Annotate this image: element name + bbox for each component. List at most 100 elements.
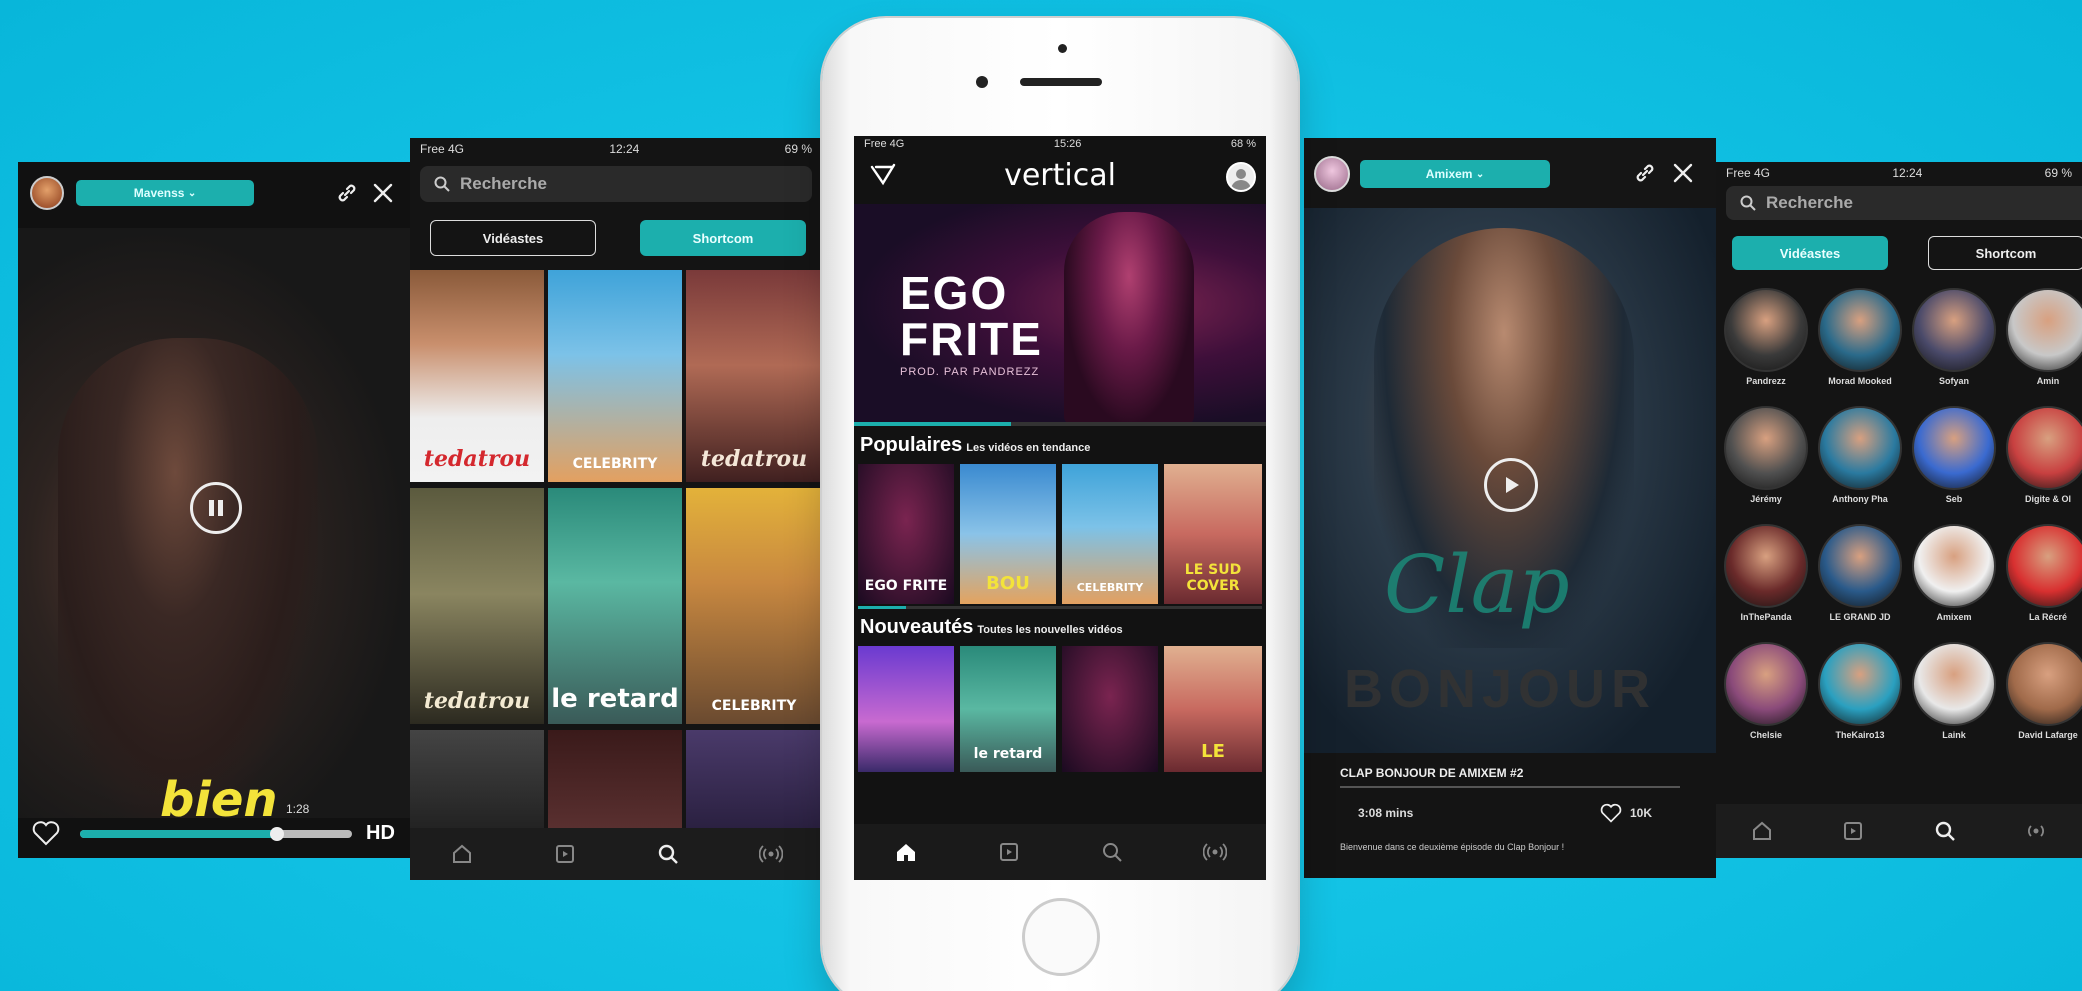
person-silhouette xyxy=(58,338,318,818)
poster-tile[interactable]: CELEBRITY xyxy=(548,270,682,482)
hero-figure xyxy=(1064,212,1194,426)
video-library-icon[interactable] xyxy=(548,837,582,871)
creator-avatar[interactable] xyxy=(1724,288,1808,372)
title-divider xyxy=(1340,786,1680,788)
phone-screen-search-shortcom: Free 4G 12:24 69 % Recherche Vidéastes S… xyxy=(410,138,822,880)
hero-progress xyxy=(854,422,1266,426)
new-card[interactable] xyxy=(1062,646,1158,772)
tab-videastes[interactable]: Vidéastes xyxy=(430,220,596,256)
creator-avatar[interactable] xyxy=(1818,524,1902,608)
hero-title-line2: FRITE xyxy=(900,313,1043,365)
new-card[interactable] xyxy=(858,646,954,772)
creator-avatar[interactable] xyxy=(2006,406,2082,490)
home-icon[interactable] xyxy=(445,837,479,871)
channel-pill[interactable]: Amixem ⌄ xyxy=(1360,160,1550,188)
channel-avatar[interactable] xyxy=(30,176,64,210)
live-broadcast-icon[interactable] xyxy=(1198,835,1232,869)
search-icon[interactable] xyxy=(1095,835,1129,869)
new-card[interactable]: LE xyxy=(1164,646,1262,772)
home-icon[interactable] xyxy=(889,835,923,869)
link-icon[interactable] xyxy=(1630,158,1660,188)
home-button[interactable] xyxy=(1022,898,1100,976)
search-icon[interactable] xyxy=(1928,814,1962,848)
creator-avatar[interactable] xyxy=(1724,524,1808,608)
chevron-down-icon: ⌄ xyxy=(187,187,197,199)
creator-avatar[interactable] xyxy=(2006,288,2082,372)
live-broadcast-icon[interactable] xyxy=(2019,814,2053,848)
creator-name: Amixem xyxy=(1936,612,1972,622)
battery-label: 69 % xyxy=(2044,166,2072,180)
close-icon[interactable] xyxy=(368,178,398,208)
creator-avatar[interactable] xyxy=(1724,406,1808,490)
heart-icon[interactable] xyxy=(1598,802,1624,824)
overlay-title: Clap xyxy=(1384,538,1570,631)
video-library-icon[interactable] xyxy=(1836,814,1870,848)
search-bar[interactable]: Recherche xyxy=(420,166,812,202)
new-card[interactable]: le retard xyxy=(960,646,1056,772)
popular-card[interactable]: EGO FRITE xyxy=(858,464,954,604)
poster-tile[interactable]: CELEBRITY xyxy=(686,488,822,724)
search-placeholder: Recherche xyxy=(1766,193,1853,212)
pause-icon xyxy=(209,500,223,516)
close-icon[interactable] xyxy=(1668,158,1698,188)
overlay-subtitle: BONJOUR xyxy=(1344,659,1657,719)
bottom-nav xyxy=(1716,804,2082,858)
search-icon xyxy=(1740,195,1756,211)
poster-tile[interactable]: tedatrou xyxy=(410,488,544,724)
poster-tile[interactable]: tedatrou xyxy=(686,270,822,482)
carrier-label: Free 4G xyxy=(864,138,905,150)
profile-avatar[interactable] xyxy=(1226,162,1256,192)
play-button[interactable] xyxy=(1484,458,1538,512)
channel-pill[interactable]: Mavenss ⌄ xyxy=(76,180,254,206)
bottom-nav xyxy=(410,828,822,880)
popular-card[interactable]: LE SUD COVER xyxy=(1164,464,1262,604)
progress-track[interactable] xyxy=(80,827,352,841)
battery-label: 69 % xyxy=(784,142,812,156)
card-title: LE xyxy=(1201,741,1225,762)
poster-tile[interactable] xyxy=(686,730,822,830)
poster-tile[interactable] xyxy=(410,730,544,830)
creator-avatar[interactable] xyxy=(2006,642,2082,726)
quality-label[interactable]: HD xyxy=(366,822,395,845)
home-icon[interactable] xyxy=(1745,814,1779,848)
creator-name: La Récré xyxy=(2028,612,2068,622)
video-time: 1:28 xyxy=(286,802,310,816)
poster-tile[interactable]: le retard xyxy=(548,488,682,724)
link-icon[interactable] xyxy=(332,178,362,208)
creator-name: InThePanda xyxy=(1740,612,1792,622)
popular-card[interactable]: BOU xyxy=(960,464,1056,604)
creator-avatar[interactable] xyxy=(1818,288,1902,372)
creator-avatar[interactable] xyxy=(1912,406,1996,490)
new-subheading: Toutes les nouvelles vidéos xyxy=(977,624,1123,636)
creator-name: Seb xyxy=(1945,494,1963,504)
search-icon[interactable] xyxy=(651,837,685,871)
creator-avatar[interactable] xyxy=(1912,642,1996,726)
pause-button[interactable] xyxy=(190,482,242,534)
video-library-icon[interactable] xyxy=(992,835,1026,869)
tab-shortcom[interactable]: Shortcom xyxy=(1928,236,2082,270)
creator-avatar[interactable] xyxy=(1818,642,1902,726)
phone-screen-video-detail: Amixem ⌄ Clap BONJOUR CLAP BONJOUR DE AM… xyxy=(1304,138,1716,878)
heart-icon[interactable] xyxy=(30,818,62,848)
poster-title: tedatrou xyxy=(423,446,531,472)
popular-heading: Populaires xyxy=(860,434,963,456)
poster-tile[interactable] xyxy=(548,730,682,830)
search-bar[interactable]: Recherche xyxy=(1726,186,2082,220)
creator-name: LE GRAND JD xyxy=(1829,612,1891,622)
progress-handle[interactable] xyxy=(270,827,284,841)
hero-banner[interactable]: EGO FRITE PROD. PAR PANDREZZ xyxy=(854,204,1266,426)
popular-card[interactable]: CELEBRITY xyxy=(1062,464,1158,604)
hero-progress-fill xyxy=(854,422,1011,426)
video-title: CLAP BONJOUR DE AMIXEM #2 xyxy=(1340,766,1524,780)
clock-label: 12:24 xyxy=(609,142,640,156)
tab-shortcom[interactable]: Shortcom xyxy=(640,220,806,256)
poster-tile[interactable]: tedatrou xyxy=(410,270,544,482)
creator-avatar[interactable] xyxy=(1912,288,1996,372)
live-broadcast-icon[interactable] xyxy=(754,837,788,871)
creator-avatar[interactable] xyxy=(1818,406,1902,490)
channel-avatar[interactable] xyxy=(1314,156,1350,192)
creator-avatar[interactable] xyxy=(2006,524,2082,608)
creator-avatar[interactable] xyxy=(1724,642,1808,726)
tab-videastes[interactable]: Vidéastes xyxy=(1732,236,1888,270)
creator-avatar[interactable] xyxy=(1912,524,1996,608)
